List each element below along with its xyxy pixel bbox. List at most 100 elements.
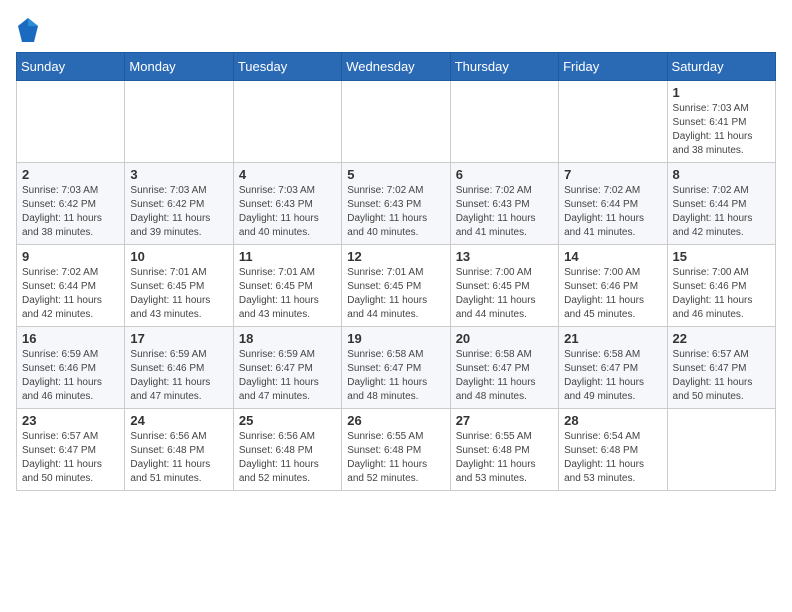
calendar-day-cell: 5 Sunrise: 7:02 AM Sunset: 6:43 PM Daylig… bbox=[342, 163, 450, 245]
day-number: 2 bbox=[22, 167, 119, 182]
page-header bbox=[16, 16, 776, 44]
day-info: Sunrise: 6:56 AM Sunset: 6:48 PM Dayligh… bbox=[239, 430, 336, 486]
day-number: 3 bbox=[130, 167, 227, 182]
logo bbox=[16, 16, 44, 44]
day-info: Sunrise: 7:03 AM Sunset: 6:42 PM Dayligh… bbox=[22, 184, 119, 240]
day-number: 12 bbox=[347, 249, 444, 264]
day-number: 10 bbox=[130, 249, 227, 264]
day-info: Sunrise: 7:00 AM Sunset: 6:46 PM Dayligh… bbox=[564, 266, 661, 322]
day-info: Sunrise: 6:55 AM Sunset: 6:48 PM Dayligh… bbox=[456, 430, 553, 486]
day-info: Sunrise: 7:03 AM Sunset: 6:43 PM Dayligh… bbox=[239, 184, 336, 240]
calendar-day-cell bbox=[667, 409, 775, 491]
calendar-day-cell: 6 Sunrise: 7:02 AM Sunset: 6:43 PM Daylig… bbox=[450, 163, 558, 245]
day-number: 24 bbox=[130, 413, 227, 428]
day-number: 9 bbox=[22, 249, 119, 264]
calendar-day-cell: 27 Sunrise: 6:55 AM Sunset: 6:48 PM Dayli… bbox=[450, 409, 558, 491]
calendar-weekday-wednesday: Wednesday bbox=[342, 53, 450, 81]
calendar-day-cell: 4 Sunrise: 7:03 AM Sunset: 6:43 PM Daylig… bbox=[233, 163, 341, 245]
day-info: Sunrise: 7:01 AM Sunset: 6:45 PM Dayligh… bbox=[130, 266, 227, 322]
calendar-day-cell: 19 Sunrise: 6:58 AM Sunset: 6:47 PM Dayli… bbox=[342, 327, 450, 409]
day-number: 16 bbox=[22, 331, 119, 346]
calendar-weekday-friday: Friday bbox=[559, 53, 667, 81]
day-number: 15 bbox=[673, 249, 770, 264]
day-info: Sunrise: 6:58 AM Sunset: 6:47 PM Dayligh… bbox=[347, 348, 444, 404]
calendar-day-cell: 12 Sunrise: 7:01 AM Sunset: 6:45 PM Dayli… bbox=[342, 245, 450, 327]
calendar-weekday-tuesday: Tuesday bbox=[233, 53, 341, 81]
day-number: 13 bbox=[456, 249, 553, 264]
day-number: 27 bbox=[456, 413, 553, 428]
calendar-day-cell bbox=[342, 81, 450, 163]
calendar-week-row: 9 Sunrise: 7:02 AM Sunset: 6:44 PM Daylig… bbox=[17, 245, 776, 327]
logo-icon bbox=[16, 16, 40, 44]
day-info: Sunrise: 6:58 AM Sunset: 6:47 PM Dayligh… bbox=[456, 348, 553, 404]
calendar-day-cell: 15Sunrise: 7:00 AM Sunset: 6:46 PM Dayli… bbox=[667, 245, 775, 327]
day-number: 6 bbox=[456, 167, 553, 182]
calendar-day-cell: 26 Sunrise: 6:55 AM Sunset: 6:48 PM Dayli… bbox=[342, 409, 450, 491]
calendar-day-cell: 8 Sunrise: 7:02 AM Sunset: 6:44 PM Daylig… bbox=[667, 163, 775, 245]
day-info: Sunrise: 6:59 AM Sunset: 6:46 PM Dayligh… bbox=[130, 348, 227, 404]
calendar-weekday-thursday: Thursday bbox=[450, 53, 558, 81]
day-number: 14 bbox=[564, 249, 661, 264]
day-info: Sunrise: 6:57 AM Sunset: 6:47 PM Dayligh… bbox=[673, 348, 770, 404]
calendar-day-cell bbox=[450, 81, 558, 163]
calendar-week-row: 16 Sunrise: 6:59 AM Sunset: 6:46 PM Dayli… bbox=[17, 327, 776, 409]
calendar-day-cell: 25 Sunrise: 6:56 AM Sunset: 6:48 PM Dayli… bbox=[233, 409, 341, 491]
calendar-day-cell: 28 Sunrise: 6:54 AM Sunset: 6:48 PM Dayli… bbox=[559, 409, 667, 491]
day-number: 8 bbox=[673, 167, 770, 182]
day-info: Sunrise: 7:01 AM Sunset: 6:45 PM Dayligh… bbox=[347, 266, 444, 322]
day-number: 4 bbox=[239, 167, 336, 182]
calendar-weekday-saturday: Saturday bbox=[667, 53, 775, 81]
day-number: 22 bbox=[673, 331, 770, 346]
calendar-day-cell: 17 Sunrise: 6:59 AM Sunset: 6:46 PM Dayli… bbox=[125, 327, 233, 409]
day-number: 17 bbox=[130, 331, 227, 346]
day-info: Sunrise: 7:02 AM Sunset: 6:44 PM Dayligh… bbox=[673, 184, 770, 240]
day-number: 19 bbox=[347, 331, 444, 346]
day-number: 21 bbox=[564, 331, 661, 346]
calendar-day-cell: 20 Sunrise: 6:58 AM Sunset: 6:47 PM Dayli… bbox=[450, 327, 558, 409]
day-info: Sunrise: 6:57 AM Sunset: 6:47 PM Dayligh… bbox=[22, 430, 119, 486]
calendar-day-cell: 10 Sunrise: 7:01 AM Sunset: 6:45 PM Dayli… bbox=[125, 245, 233, 327]
day-info: Sunrise: 7:01 AM Sunset: 6:45 PM Dayligh… bbox=[239, 266, 336, 322]
day-number: 25 bbox=[239, 413, 336, 428]
day-number: 18 bbox=[239, 331, 336, 346]
calendar-table: SundayMondayTuesdayWednesdayThursdayFrid… bbox=[16, 52, 776, 491]
calendar-day-cell bbox=[559, 81, 667, 163]
day-number: 28 bbox=[564, 413, 661, 428]
day-info: Sunrise: 7:02 AM Sunset: 6:44 PM Dayligh… bbox=[564, 184, 661, 240]
calendar-day-cell: 11 Sunrise: 7:01 AM Sunset: 6:45 PM Dayli… bbox=[233, 245, 341, 327]
day-info: Sunrise: 7:03 AM Sunset: 6:41 PM Dayligh… bbox=[673, 102, 770, 158]
day-info: Sunrise: 7:02 AM Sunset: 6:44 PM Dayligh… bbox=[22, 266, 119, 322]
calendar-day-cell: 24 Sunrise: 6:56 AM Sunset: 6:48 PM Dayli… bbox=[125, 409, 233, 491]
day-number: 1 bbox=[673, 85, 770, 100]
calendar-day-cell: 2 Sunrise: 7:03 AM Sunset: 6:42 PM Daylig… bbox=[17, 163, 125, 245]
calendar-day-cell: 23 Sunrise: 6:57 AM Sunset: 6:47 PM Dayli… bbox=[17, 409, 125, 491]
day-number: 23 bbox=[22, 413, 119, 428]
calendar-day-cell: 9 Sunrise: 7:02 AM Sunset: 6:44 PM Daylig… bbox=[17, 245, 125, 327]
day-info: Sunrise: 6:54 AM Sunset: 6:48 PM Dayligh… bbox=[564, 430, 661, 486]
day-info: Sunrise: 6:56 AM Sunset: 6:48 PM Dayligh… bbox=[130, 430, 227, 486]
calendar-day-cell: 21Sunrise: 6:58 AM Sunset: 6:47 PM Dayli… bbox=[559, 327, 667, 409]
day-number: 7 bbox=[564, 167, 661, 182]
day-info: Sunrise: 6:59 AM Sunset: 6:47 PM Dayligh… bbox=[239, 348, 336, 404]
calendar-day-cell: 7 Sunrise: 7:02 AM Sunset: 6:44 PM Daylig… bbox=[559, 163, 667, 245]
calendar-day-cell bbox=[17, 81, 125, 163]
calendar-day-cell: 16Sunrise: 6:59 AM Sunset: 6:46 PM Dayli… bbox=[17, 327, 125, 409]
calendar-weekday-sunday: Sunday bbox=[17, 53, 125, 81]
calendar-day-cell bbox=[125, 81, 233, 163]
day-info: Sunrise: 7:02 AM Sunset: 6:43 PM Dayligh… bbox=[456, 184, 553, 240]
day-number: 11 bbox=[239, 249, 336, 264]
calendar-day-cell: 22 Sunrise: 6:57 AM Sunset: 6:47 PM Dayli… bbox=[667, 327, 775, 409]
day-number: 5 bbox=[347, 167, 444, 182]
day-info: Sunrise: 7:03 AM Sunset: 6:42 PM Dayligh… bbox=[130, 184, 227, 240]
calendar-header-row: SundayMondayTuesdayWednesdayThursdayFrid… bbox=[17, 53, 776, 81]
day-info: Sunrise: 7:00 AM Sunset: 6:45 PM Dayligh… bbox=[456, 266, 553, 322]
day-info: Sunrise: 6:55 AM Sunset: 6:48 PM Dayligh… bbox=[347, 430, 444, 486]
calendar-day-cell: 3 Sunrise: 7:03 AM Sunset: 6:42 PM Daylig… bbox=[125, 163, 233, 245]
calendar-day-cell: 13 Sunrise: 7:00 AM Sunset: 6:45 PM Dayli… bbox=[450, 245, 558, 327]
day-number: 20 bbox=[456, 331, 553, 346]
calendar-day-cell: 1 Sunrise: 7:03 AM Sunset: 6:41 PM Daylig… bbox=[667, 81, 775, 163]
day-number: 26 bbox=[347, 413, 444, 428]
calendar-week-row: 1 Sunrise: 7:03 AM Sunset: 6:41 PM Daylig… bbox=[17, 81, 776, 163]
calendar-day-cell bbox=[233, 81, 341, 163]
day-info: Sunrise: 7:02 AM Sunset: 6:43 PM Dayligh… bbox=[347, 184, 444, 240]
